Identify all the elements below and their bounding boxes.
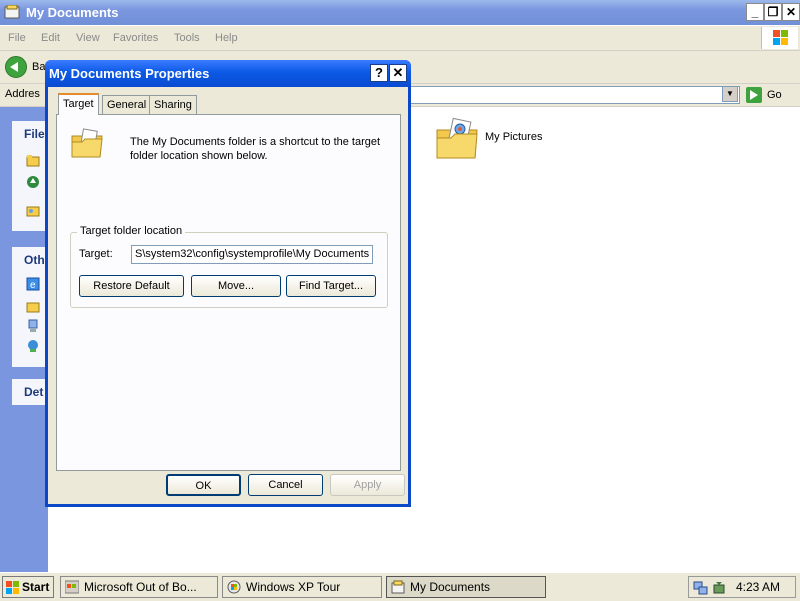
target-description: The My Documents folder is a shortcut to… xyxy=(130,136,381,162)
taskbar: Start Microsoft Out of Bo... Windows XP … xyxy=(0,572,800,601)
desktop-icon[interactable]: e xyxy=(26,277,40,291)
properties-dialog: My Documents Properties ? ✕ Target Gener… xyxy=(45,60,411,507)
restore-default-button[interactable]: Restore Default xyxy=(79,275,184,297)
other-places-header[interactable]: Oth xyxy=(24,253,45,267)
back-button-label[interactable]: Ba xyxy=(32,61,45,73)
taskbar-item-my-documents[interactable]: My Documents xyxy=(386,576,546,598)
windows-logo xyxy=(761,27,798,49)
my-documents-folder-icon xyxy=(71,128,103,158)
dialog-title: My Documents Properties xyxy=(49,66,210,81)
clock[interactable]: 4:23 AM xyxy=(736,580,780,594)
oobe-label: Microsoft Out of Bo... xyxy=(84,580,197,594)
explorer-titlebar[interactable]: My Documents _ ❐ ✕ xyxy=(0,0,800,25)
safely-remove-hardware-icon[interactable] xyxy=(711,580,727,596)
apply-button[interactable]: Apply xyxy=(330,474,405,496)
my-pictures-folder-icon[interactable] xyxy=(435,116,479,162)
dialog-body: Target General Sharing The My Documents … xyxy=(48,87,408,504)
my-pictures-label[interactable]: My Pictures xyxy=(485,131,542,143)
go-button-label[interactable]: Go xyxy=(767,89,782,101)
my-documents-label: My Documents xyxy=(410,580,491,594)
new-folder-icon[interactable] xyxy=(26,153,40,167)
svg-text:e: e xyxy=(30,280,36,291)
target-location-group: Target folder location Target: S\system3… xyxy=(70,225,388,308)
go-arrow-icon[interactable] xyxy=(746,87,762,103)
target-input[interactable]: S\system32\config\systemprofile\My Docum… xyxy=(131,245,373,264)
target-group-label: Target folder location xyxy=(77,225,186,237)
cancel-button[interactable]: Cancel xyxy=(248,474,323,496)
details-panel: Det xyxy=(12,379,48,405)
xp-tour-label: Windows XP Tour xyxy=(246,580,341,594)
move-button[interactable]: Move... xyxy=(191,275,281,297)
address-input[interactable] xyxy=(410,86,740,104)
windows-flag-icon xyxy=(6,581,19,594)
tab-target[interactable]: Target xyxy=(58,93,99,115)
my-documents-icon xyxy=(4,5,20,19)
my-documents-icon xyxy=(391,580,405,594)
help-button[interactable]: ? xyxy=(370,64,388,82)
tab-general[interactable]: General xyxy=(102,95,152,114)
other-places-panel: Oth e xyxy=(12,247,48,367)
xp-tour-icon xyxy=(227,580,241,594)
network-icon[interactable] xyxy=(693,580,709,596)
menu-bar: File Edit View Favorites Tools Help xyxy=(0,26,800,51)
my-network-places-icon[interactable] xyxy=(26,339,40,353)
menu-help[interactable]: Help xyxy=(215,32,238,44)
tab-sharing[interactable]: Sharing xyxy=(149,95,197,114)
address-label: Addres xyxy=(5,88,40,100)
dialog-titlebar[interactable]: My Documents Properties ? ✕ xyxy=(45,60,411,87)
start-label: Start xyxy=(22,580,50,594)
menu-tools[interactable]: Tools xyxy=(174,32,200,44)
details-header[interactable]: Det xyxy=(24,385,43,399)
menu-favorites[interactable]: Favorites xyxy=(113,32,158,44)
dialog-close-button[interactable]: ✕ xyxy=(389,64,407,82)
address-dropdown-button[interactable]: ▼ xyxy=(722,86,738,102)
taskbar-item-oobe[interactable]: Microsoft Out of Bo... xyxy=(60,576,218,598)
menu-file[interactable]: File xyxy=(8,32,26,44)
windows-flag-icon xyxy=(773,30,788,45)
taskbar-item-xp-tour[interactable]: Windows XP Tour xyxy=(222,576,382,598)
oobe-icon xyxy=(65,580,79,594)
close-button[interactable]: ✕ xyxy=(782,3,800,21)
system-tray: 4:23 AM xyxy=(688,576,796,598)
share-folder-icon[interactable] xyxy=(26,203,40,217)
menu-edit[interactable]: Edit xyxy=(41,32,60,44)
publish-web-icon[interactable] xyxy=(26,175,40,189)
target-label: Target: xyxy=(79,248,113,260)
find-target-button[interactable]: Find Target... xyxy=(286,275,376,297)
shared-documents-icon[interactable] xyxy=(26,299,40,313)
minimize-button[interactable]: _ xyxy=(746,3,764,21)
ok-button[interactable]: OK xyxy=(166,474,241,496)
menu-view[interactable]: View xyxy=(76,32,100,44)
target-tab-panel: The My Documents folder is a shortcut to… xyxy=(56,114,401,471)
restore-button[interactable]: ❐ xyxy=(764,3,782,21)
task-pane: File Oth e Det xyxy=(0,107,48,572)
back-arrow-icon[interactable] xyxy=(5,56,27,78)
start-button[interactable]: Start xyxy=(2,576,54,598)
file-tasks-header[interactable]: File xyxy=(24,127,45,141)
file-tasks-panel: File xyxy=(12,121,48,231)
my-computer-icon[interactable] xyxy=(26,319,40,333)
explorer-title: My Documents xyxy=(26,5,119,20)
